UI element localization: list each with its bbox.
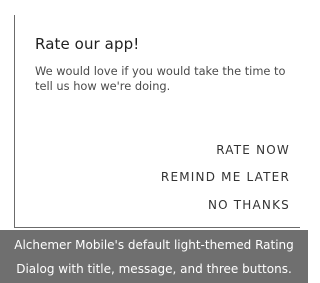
dialog-message: We would love if you would take the time… [35, 64, 286, 93]
remind-me-later-button[interactable]: REMIND ME LATER [161, 170, 290, 184]
image-caption: Alchemer Mobile's default light-themed R… [0, 230, 308, 283]
no-thanks-button[interactable]: NO THANKS [208, 198, 290, 212]
rate-now-button[interactable]: RATE NOW [216, 143, 290, 157]
caption-line-2: Dialog with title, message, and three bu… [16, 262, 292, 276]
dialog-title: Rate our app! [35, 35, 140, 53]
caption-line-1: Alchemer Mobile's default light-themed R… [14, 238, 294, 252]
screenshot-frame: Rate our app! We would love if you would… [0, 0, 308, 283]
rating-dialog: Rate our app! We would love if you would… [14, 15, 300, 228]
